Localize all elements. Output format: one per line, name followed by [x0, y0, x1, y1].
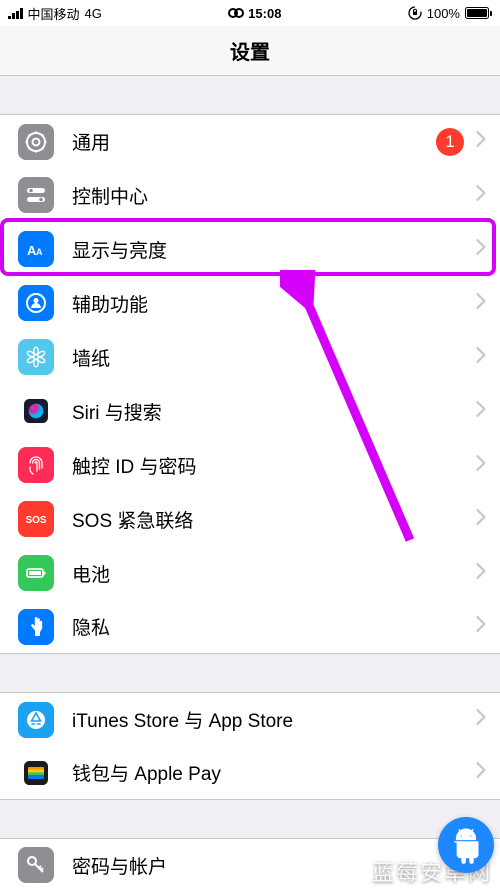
status-center: 15:08 — [228, 6, 281, 21]
row-label: SOS 紧急联络 — [72, 506, 476, 533]
android-icon — [447, 826, 485, 864]
row-wallpaper[interactable]: 墙纸 — [0, 330, 500, 384]
chevron-right-icon — [476, 455, 486, 471]
row-label: iTunes Store 与 App Store — [72, 706, 476, 733]
svg-text:SOS: SOS — [25, 515, 46, 526]
chevron-right-icon — [476, 509, 486, 525]
group-gap — [0, 800, 500, 838]
row-label: 墙纸 — [72, 344, 476, 371]
group-gap — [0, 654, 500, 692]
row-siri[interactable]: Siri 与搜索 — [0, 384, 500, 438]
hand-icon — [18, 609, 54, 645]
chevron-right-icon — [476, 131, 486, 147]
settings-group-2: iTunes Store 与 App Store 钱包与 Apple Pay — [0, 692, 500, 800]
row-label: Siri 与搜索 — [72, 398, 476, 425]
chevron-right-icon — [476, 293, 486, 309]
row-display[interactable]: AA 显示与亮度 — [0, 222, 500, 276]
battery-icon — [18, 555, 54, 591]
row-label: 辅助功能 — [72, 290, 476, 317]
status-right: 100% — [408, 6, 492, 21]
chevron-right-icon — [476, 762, 486, 778]
row-label: 电池 — [72, 560, 476, 587]
page-title: 设置 — [230, 36, 270, 65]
row-label: 钱包与 Apple Pay — [72, 759, 476, 786]
chevron-right-icon — [476, 239, 486, 255]
fingerprint-icon — [18, 447, 54, 483]
row-label: 触控 ID 与密码 — [72, 452, 476, 479]
row-accessibility[interactable]: 辅助功能 — [0, 276, 500, 330]
switches-icon — [18, 177, 54, 213]
chevron-right-icon — [476, 401, 486, 417]
sos-icon: SOS — [18, 501, 54, 537]
chevron-right-icon — [476, 616, 486, 632]
row-privacy[interactable]: 隐私 — [0, 600, 500, 654]
row-label: 通用 — [72, 128, 436, 155]
row-itunes[interactable]: iTunes Store 与 App Store — [0, 692, 500, 746]
chevron-right-icon — [476, 709, 486, 725]
watermark-logo — [438, 817, 494, 873]
status-bar: 中国移动 4G 15:08 100% — [0, 0, 500, 26]
row-label: 显示与亮度 — [72, 236, 476, 263]
siri-icon — [18, 393, 54, 429]
time-label: 15:08 — [248, 6, 281, 21]
row-sos[interactable]: SOS SOS 紧急联络 — [0, 492, 500, 546]
key-icon — [18, 847, 54, 883]
chevron-right-icon — [476, 185, 486, 201]
aa-icon: AA — [18, 231, 54, 267]
settings-group-1: 通用 1 控制中心 AA 显示与亮度 辅助功能 墙纸 Siri 与搜索 触控 I — [0, 114, 500, 654]
badge: 1 — [436, 128, 464, 156]
chevron-right-icon — [476, 563, 486, 579]
signal-icon — [8, 8, 23, 19]
appstore-icon — [18, 702, 54, 738]
row-label: 控制中心 — [72, 182, 476, 209]
group-gap — [0, 76, 500, 114]
wallet-icon — [18, 755, 54, 791]
row-wallet[interactable]: 钱包与 Apple Pay — [0, 746, 500, 800]
network-label: 4G — [85, 6, 102, 21]
row-label: 隐私 — [72, 613, 476, 640]
nav-header: 设置 — [0, 26, 500, 76]
orientation-lock-icon — [408, 6, 422, 20]
svg-text:A: A — [36, 247, 43, 257]
row-control-center[interactable]: 控制中心 — [0, 168, 500, 222]
status-left: 中国移动 4G — [8, 4, 102, 23]
person-circle-icon — [18, 285, 54, 321]
hotspot-icon — [228, 8, 244, 18]
battery-pct-label: 100% — [427, 6, 460, 21]
chevron-right-icon — [476, 347, 486, 363]
carrier-label: 中国移动 — [28, 4, 80, 23]
row-touchid[interactable]: 触控 ID 与密码 — [0, 438, 500, 492]
row-battery[interactable]: 电池 — [0, 546, 500, 600]
gear-icon — [18, 124, 54, 160]
flower-icon — [18, 339, 54, 375]
row-general[interactable]: 通用 1 — [0, 114, 500, 168]
battery-icon — [465, 7, 492, 19]
